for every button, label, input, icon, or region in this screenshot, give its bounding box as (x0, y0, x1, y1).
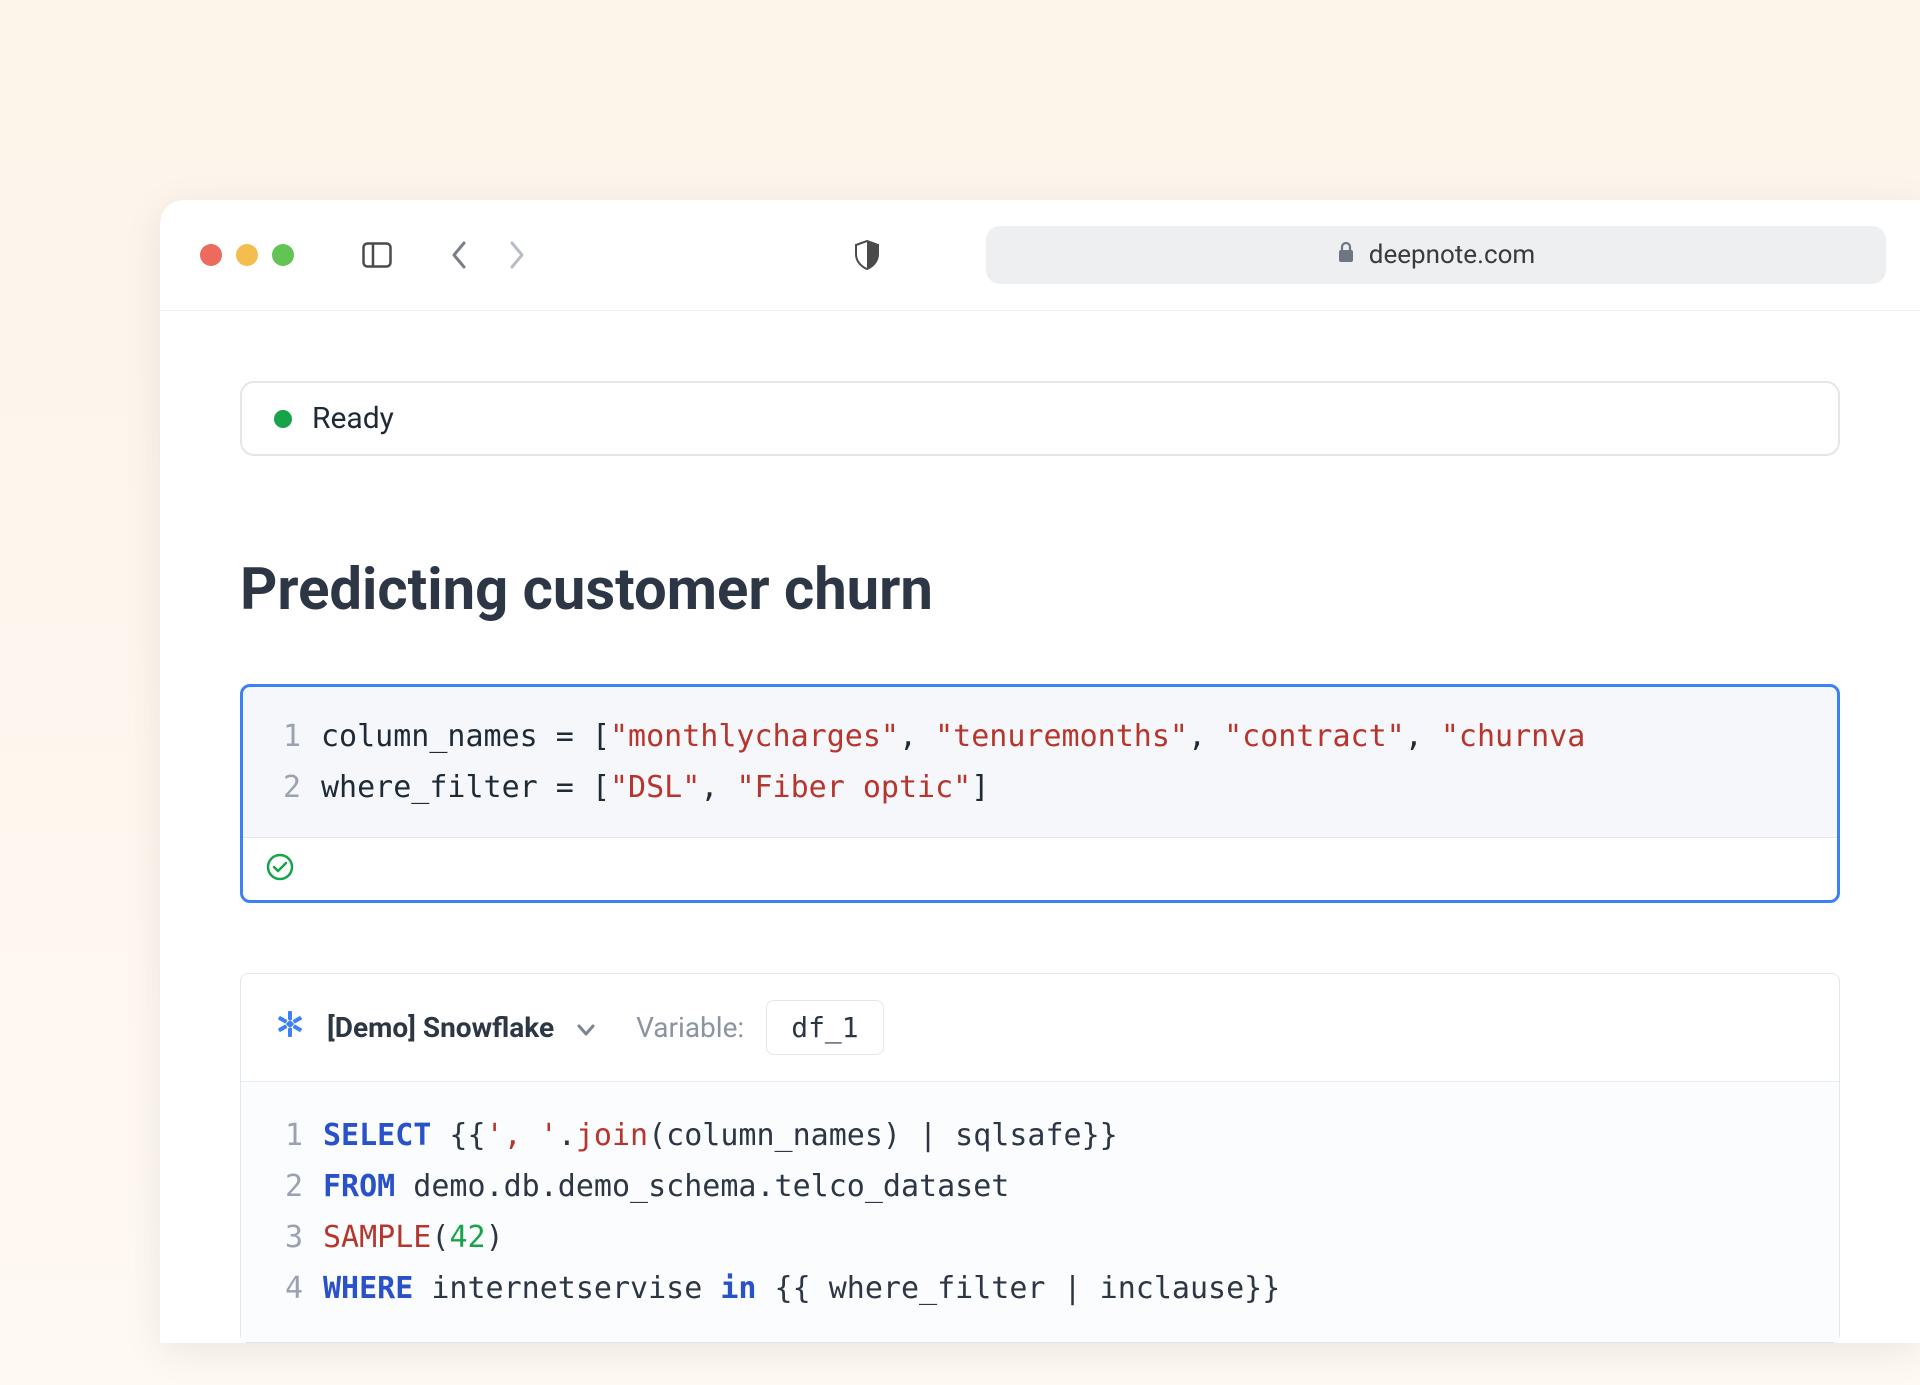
traffic-lights (200, 244, 294, 266)
python-code-cell[interactable]: 1 2 column_names = ["monthlycharges", "t… (240, 684, 1840, 903)
address-bar[interactable]: deepnote.com (986, 226, 1886, 284)
page-title: Predicting customer churn (240, 556, 1840, 624)
cell-footer (243, 837, 1837, 900)
sql-source-label[interactable]: [Demo] Snowflake (327, 1011, 554, 1044)
kernel-status[interactable]: Ready (240, 381, 1840, 456)
snowflake-icon (275, 1009, 305, 1046)
variable-label: Variable: (636, 1011, 744, 1044)
browser-window: deepnote.com Ready Predicting customer c… (160, 200, 1920, 1343)
success-check-icon (265, 867, 295, 886)
line-gutter: 1 2 (273, 711, 301, 813)
window-zoom-button[interactable] (272, 244, 294, 266)
window-minimize-button[interactable] (236, 244, 258, 266)
lock-icon (1337, 240, 1355, 270)
sql-cell[interactable]: [Demo] Snowflake Variable: df_1 1 2 3 4 … (240, 973, 1840, 1343)
code-content[interactable]: column_names = ["monthlycharges", "tenur… (321, 711, 1585, 813)
shield-icon[interactable] (854, 240, 880, 270)
address-text: deepnote.com (1369, 240, 1535, 270)
status-label: Ready (312, 401, 394, 436)
forward-button[interactable] (508, 240, 526, 270)
notebook-area: Ready Predicting customer churn 1 2 colu… (160, 311, 1920, 1343)
sql-cell-header: [Demo] Snowflake Variable: df_1 (241, 974, 1839, 1082)
window-close-button[interactable] (200, 244, 222, 266)
back-button[interactable] (450, 240, 468, 270)
chevron-down-icon[interactable] (576, 1011, 596, 1044)
variable-name-input[interactable]: df_1 (766, 1000, 883, 1055)
sidebar-toggle-icon[interactable] (362, 242, 392, 268)
status-dot-icon (274, 410, 292, 428)
sql-code-content[interactable]: SELECT {{', '.join(column_names) | sqlsa… (323, 1110, 1280, 1314)
sql-line-gutter: 1 2 3 4 (275, 1110, 303, 1314)
browser-toolbar: deepnote.com (160, 200, 1920, 311)
